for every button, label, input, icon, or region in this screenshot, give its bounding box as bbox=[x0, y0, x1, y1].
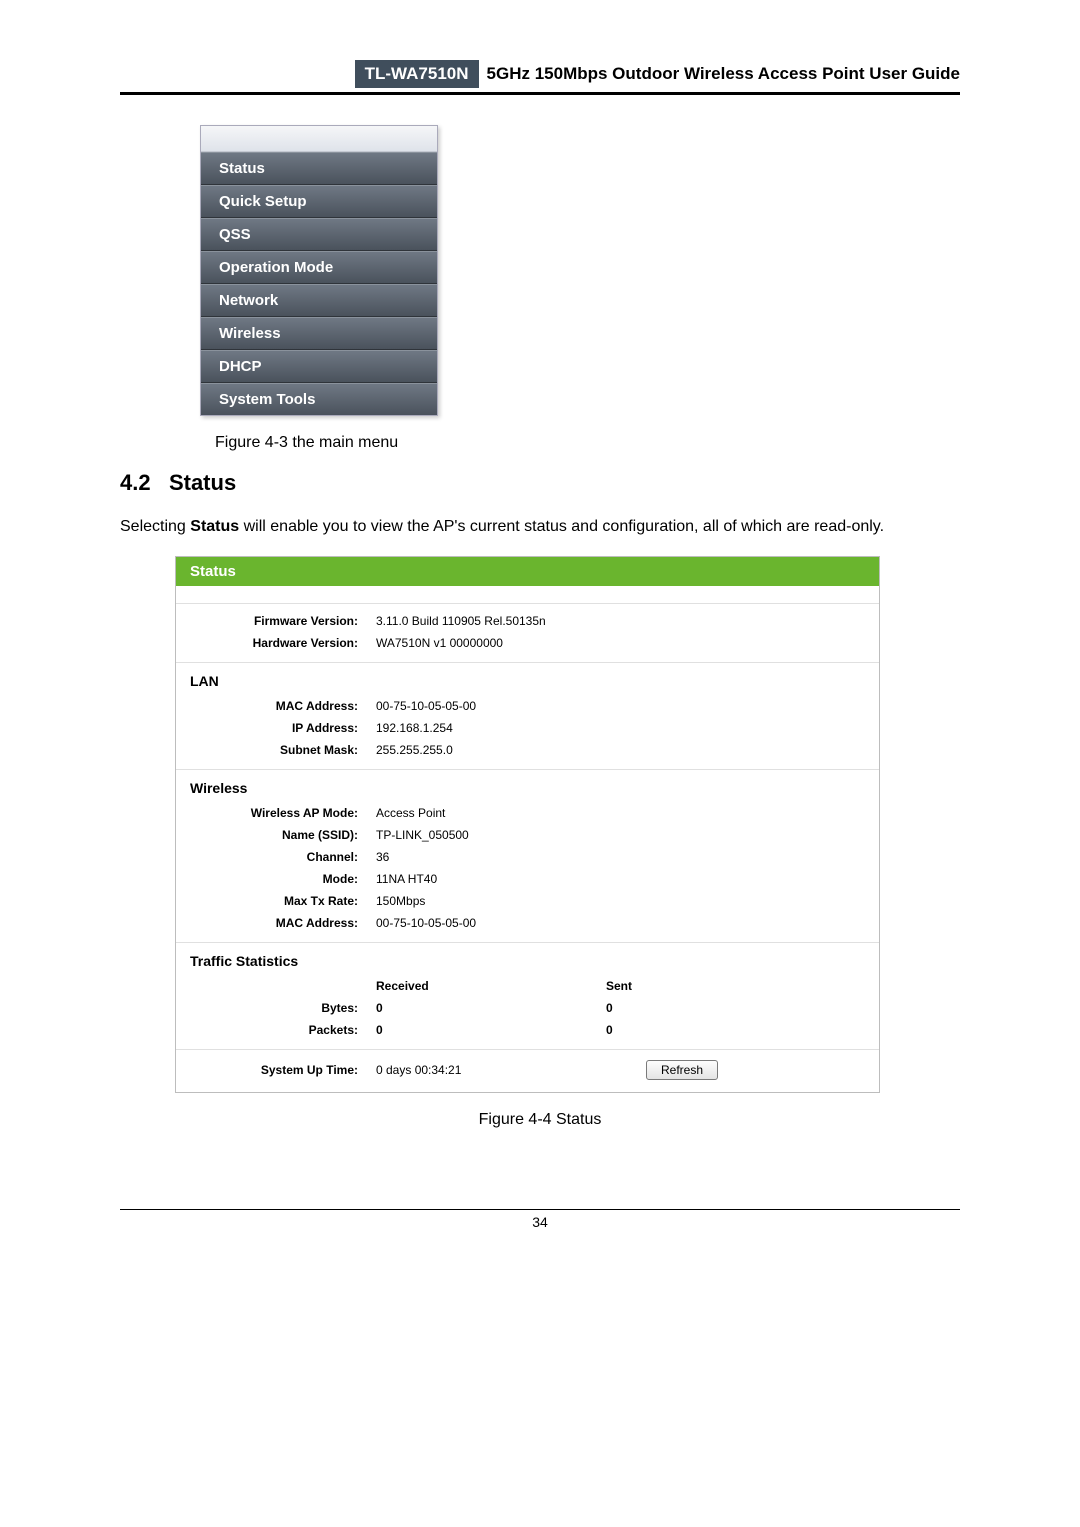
wifi-channel-value: 36 bbox=[376, 850, 606, 864]
figure-caption-status: Figure 4-4 Status bbox=[120, 1111, 960, 1129]
main-menu: Status Quick Setup QSS Operation Mode Ne… bbox=[200, 125, 438, 416]
figure-caption-menu: Figure 4-3 the main menu bbox=[215, 434, 960, 452]
firmware-value: 3.11.0 Build 110905 Rel.50135n bbox=[376, 614, 606, 628]
wifi-apmode-label: Wireless AP Mode: bbox=[176, 806, 376, 820]
uptime-value: 0 days 00:34:21 bbox=[376, 1063, 606, 1077]
lan-mac-label: MAC Address: bbox=[176, 699, 376, 713]
bytes-label: Bytes: bbox=[176, 1001, 376, 1015]
page-number: 34 bbox=[120, 1214, 960, 1230]
section-number: 4.2 bbox=[120, 470, 151, 495]
wifi-apmode-value: Access Point bbox=[376, 806, 606, 820]
wifi-mac-label: MAC Address: bbox=[176, 916, 376, 930]
wifi-ssid-value: TP-LINK_050500 bbox=[376, 828, 606, 842]
menu-item-network[interactable]: Network bbox=[201, 284, 437, 317]
packets-label: Packets: bbox=[176, 1023, 376, 1037]
page-header: TL-WA7510N 5GHz 150Mbps Outdoor Wireless… bbox=[120, 60, 960, 95]
wifi-rate-value: 150Mbps bbox=[376, 894, 606, 908]
menu-item-status[interactable]: Status bbox=[201, 152, 437, 185]
wifi-mode-label: Mode: bbox=[176, 872, 376, 886]
refresh-button[interactable]: Refresh bbox=[646, 1060, 718, 1080]
bytes-recv: 0 bbox=[376, 1001, 606, 1015]
menu-top-bar bbox=[201, 126, 437, 152]
traffic-heading: Traffic Statistics bbox=[176, 947, 879, 975]
wireless-heading: Wireless bbox=[176, 774, 879, 802]
lan-heading: LAN bbox=[176, 667, 879, 695]
menu-item-wireless[interactable]: Wireless bbox=[201, 317, 437, 350]
footer-line bbox=[120, 1209, 960, 1210]
lan-ip-label: IP Address: bbox=[176, 721, 376, 735]
menu-item-quick-setup[interactable]: Quick Setup bbox=[201, 185, 437, 218]
hardware-value: WA7510N v1 00000000 bbox=[376, 636, 606, 650]
uptime-label: System Up Time: bbox=[176, 1063, 376, 1077]
lan-ip-value: 192.168.1.254 bbox=[376, 721, 606, 735]
para-bold: Status bbox=[190, 518, 239, 535]
wifi-mode-value: 11NA HT40 bbox=[376, 872, 606, 886]
section-title: Status bbox=[169, 470, 236, 495]
menu-item-operation-mode[interactable]: Operation Mode bbox=[201, 251, 437, 284]
menu-item-dhcp[interactable]: DHCP bbox=[201, 350, 437, 383]
guide-title: 5GHz 150Mbps Outdoor Wireless Access Poi… bbox=[487, 64, 960, 84]
col-sent: Sent bbox=[606, 979, 786, 993]
wifi-ssid-label: Name (SSID): bbox=[176, 828, 376, 842]
wifi-rate-label: Max Tx Rate: bbox=[176, 894, 376, 908]
para-post: will enable you to view the AP's current… bbox=[239, 518, 884, 535]
wifi-channel-label: Channel: bbox=[176, 850, 376, 864]
para-pre: Selecting bbox=[120, 518, 190, 535]
lan-mask-label: Subnet Mask: bbox=[176, 743, 376, 757]
menu-item-system-tools[interactable]: System Tools bbox=[201, 383, 437, 415]
section-heading: 4.2 Status bbox=[120, 470, 960, 496]
packets-recv: 0 bbox=[376, 1023, 606, 1037]
status-panel-head: Status bbox=[176, 557, 879, 586]
firmware-label: Firmware Version: bbox=[176, 614, 376, 628]
packets-sent: 0 bbox=[606, 1023, 786, 1037]
menu-item-qss[interactable]: QSS bbox=[201, 218, 437, 251]
wifi-mac-value: 00-75-10-05-05-00 bbox=[376, 916, 606, 930]
intro-paragraph: Selecting Status will enable you to view… bbox=[120, 514, 960, 540]
hardware-label: Hardware Version: bbox=[176, 636, 376, 650]
lan-mask-value: 255.255.255.0 bbox=[376, 743, 606, 757]
lan-mac-value: 00-75-10-05-05-00 bbox=[376, 699, 606, 713]
col-received: Received bbox=[376, 979, 606, 993]
model-badge: TL-WA7510N bbox=[355, 60, 479, 88]
status-panel: Status Firmware Version: 3.11.0 Build 11… bbox=[175, 556, 880, 1093]
bytes-sent: 0 bbox=[606, 1001, 786, 1015]
